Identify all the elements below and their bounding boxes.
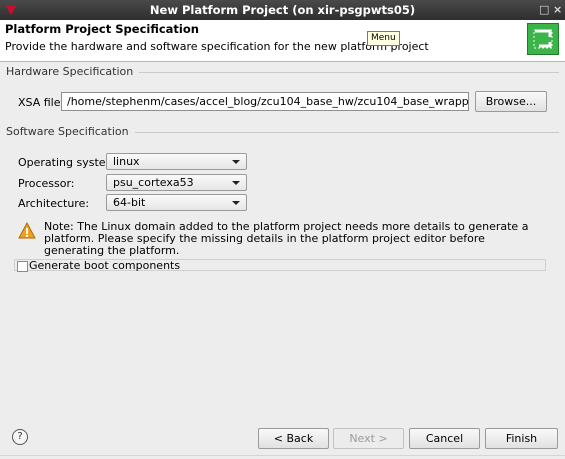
xsa-file-label: XSA file: xyxy=(18,96,65,109)
page-description: Provide the hardware and software specif… xyxy=(5,40,429,53)
menu-tooltip: Menu xyxy=(367,31,400,46)
chevron-down-icon xyxy=(232,181,240,185)
linux-domain-note: Note: The Linux domain added to the plat… xyxy=(44,220,529,257)
back-button[interactable]: < Back xyxy=(258,428,329,449)
close-icon[interactable]: × xyxy=(553,3,562,16)
window-titlebar: New Platform Project (on xir-psgpwts05) … xyxy=(0,0,565,20)
os-select[interactable]: linux xyxy=(106,153,247,170)
help-icon[interactable]: ? xyxy=(12,429,28,445)
generate-boot-checkbox[interactable] xyxy=(17,261,28,272)
finish-button[interactable]: Finish xyxy=(485,428,558,449)
warning-icon xyxy=(18,222,36,239)
window-title: New Platform Project (on xir-psgpwts05) xyxy=(149,3,416,17)
footer-divider xyxy=(0,455,565,456)
next-button[interactable]: Next > xyxy=(333,428,404,449)
wizard-logo-icon xyxy=(527,23,559,55)
processor-select[interactable]: psu_cortexa53 xyxy=(106,174,247,191)
browse-button[interactable]: Browse... xyxy=(475,91,547,112)
chevron-down-icon xyxy=(232,201,240,205)
software-section-header: Software Specification xyxy=(6,125,559,139)
architecture-select[interactable]: 64-bit xyxy=(106,194,247,211)
page-title: Platform Project Specification xyxy=(5,22,199,36)
architecture-label: Architecture: xyxy=(18,197,90,210)
generate-boot-label[interactable]: Generate boot components xyxy=(29,259,180,272)
processor-select-value: psu_cortexa53 xyxy=(113,176,194,189)
wizard-header: Platform Project Specification Provide t… xyxy=(0,20,565,62)
hardware-section-label: Hardware Specification xyxy=(6,65,140,78)
xsa-file-input[interactable]: /home/stephenm/cases/accel_blog/zcu104_b… xyxy=(61,92,469,111)
architecture-select-value: 64-bit xyxy=(113,196,146,209)
chevron-down-icon xyxy=(232,160,240,164)
processor-label: Processor: xyxy=(18,177,75,190)
cancel-button[interactable]: Cancel xyxy=(409,428,480,449)
os-label: Operating system: xyxy=(18,156,120,169)
maximize-icon[interactable]: □ xyxy=(539,3,549,16)
hardware-section-header: Hardware Specification xyxy=(6,65,559,79)
software-section-label: Software Specification xyxy=(6,125,135,138)
os-select-value: linux xyxy=(113,155,140,168)
